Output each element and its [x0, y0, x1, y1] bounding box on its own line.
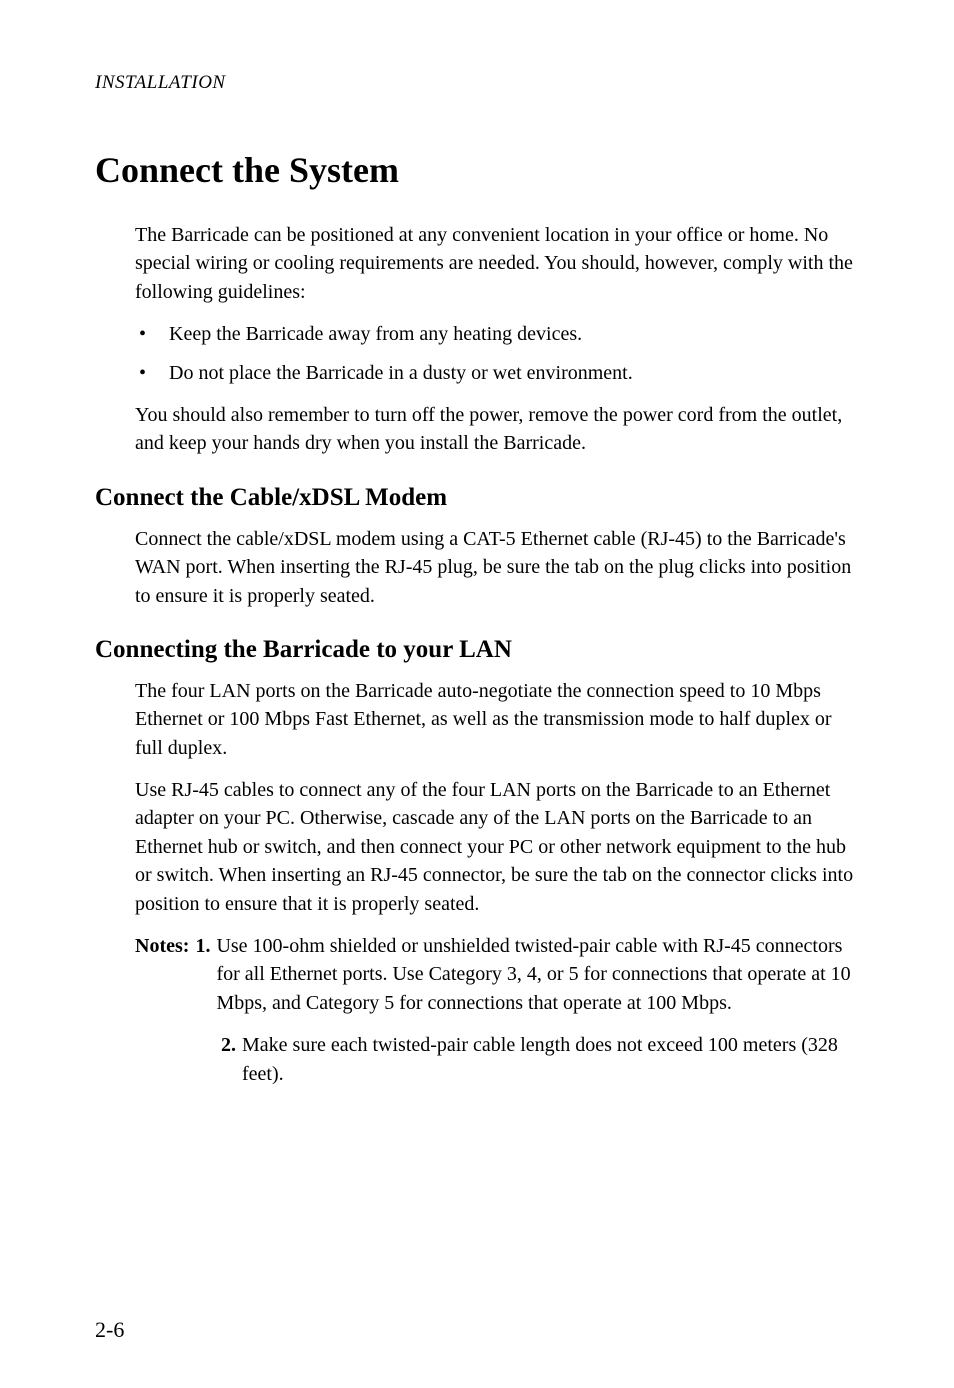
note-number: 2.	[221, 1031, 236, 1088]
note-item: 2. Make sure each twisted-pair cable len…	[135, 1031, 859, 1088]
bullet-list: Keep the Barricade away from any heating…	[135, 320, 859, 387]
list-item: Do not place the Barricade in a dusty or…	[135, 359, 859, 387]
section1-heading: Connect the Cable/xDSL Modem	[95, 480, 859, 515]
intro-paragraph: The Barricade can be positioned at any c…	[135, 221, 859, 306]
post-bullets-paragraph: You should also remember to turn off the…	[135, 401, 859, 458]
note-item: Notes: 1. Use 100-ohm shielded or unshie…	[135, 932, 859, 1017]
section2-heading: Connecting the Barricade to your LAN	[95, 632, 859, 667]
note-text: Use 100-ohm shielded or unshielded twist…	[216, 932, 859, 1017]
running-header: INSTALLATION	[95, 70, 859, 97]
notes-label: Notes:	[135, 932, 189, 1017]
section2-paragraph2: Use RJ-45 cables to connect any of the f…	[135, 776, 859, 918]
section1-paragraph: Connect the cable/xDSL modem using a CAT…	[135, 525, 859, 610]
notes-block: Notes: 1. Use 100-ohm shielded or unshie…	[135, 932, 859, 1088]
list-item: Keep the Barricade away from any heating…	[135, 320, 859, 348]
page-number: 2-6	[95, 1315, 124, 1346]
section2-paragraph1: The four LAN ports on the Barricade auto…	[135, 677, 859, 762]
main-heading: Connect the System	[95, 145, 859, 195]
note-text: Make sure each twisted-pair cable length…	[242, 1031, 859, 1088]
note-number: 1.	[195, 932, 210, 1017]
